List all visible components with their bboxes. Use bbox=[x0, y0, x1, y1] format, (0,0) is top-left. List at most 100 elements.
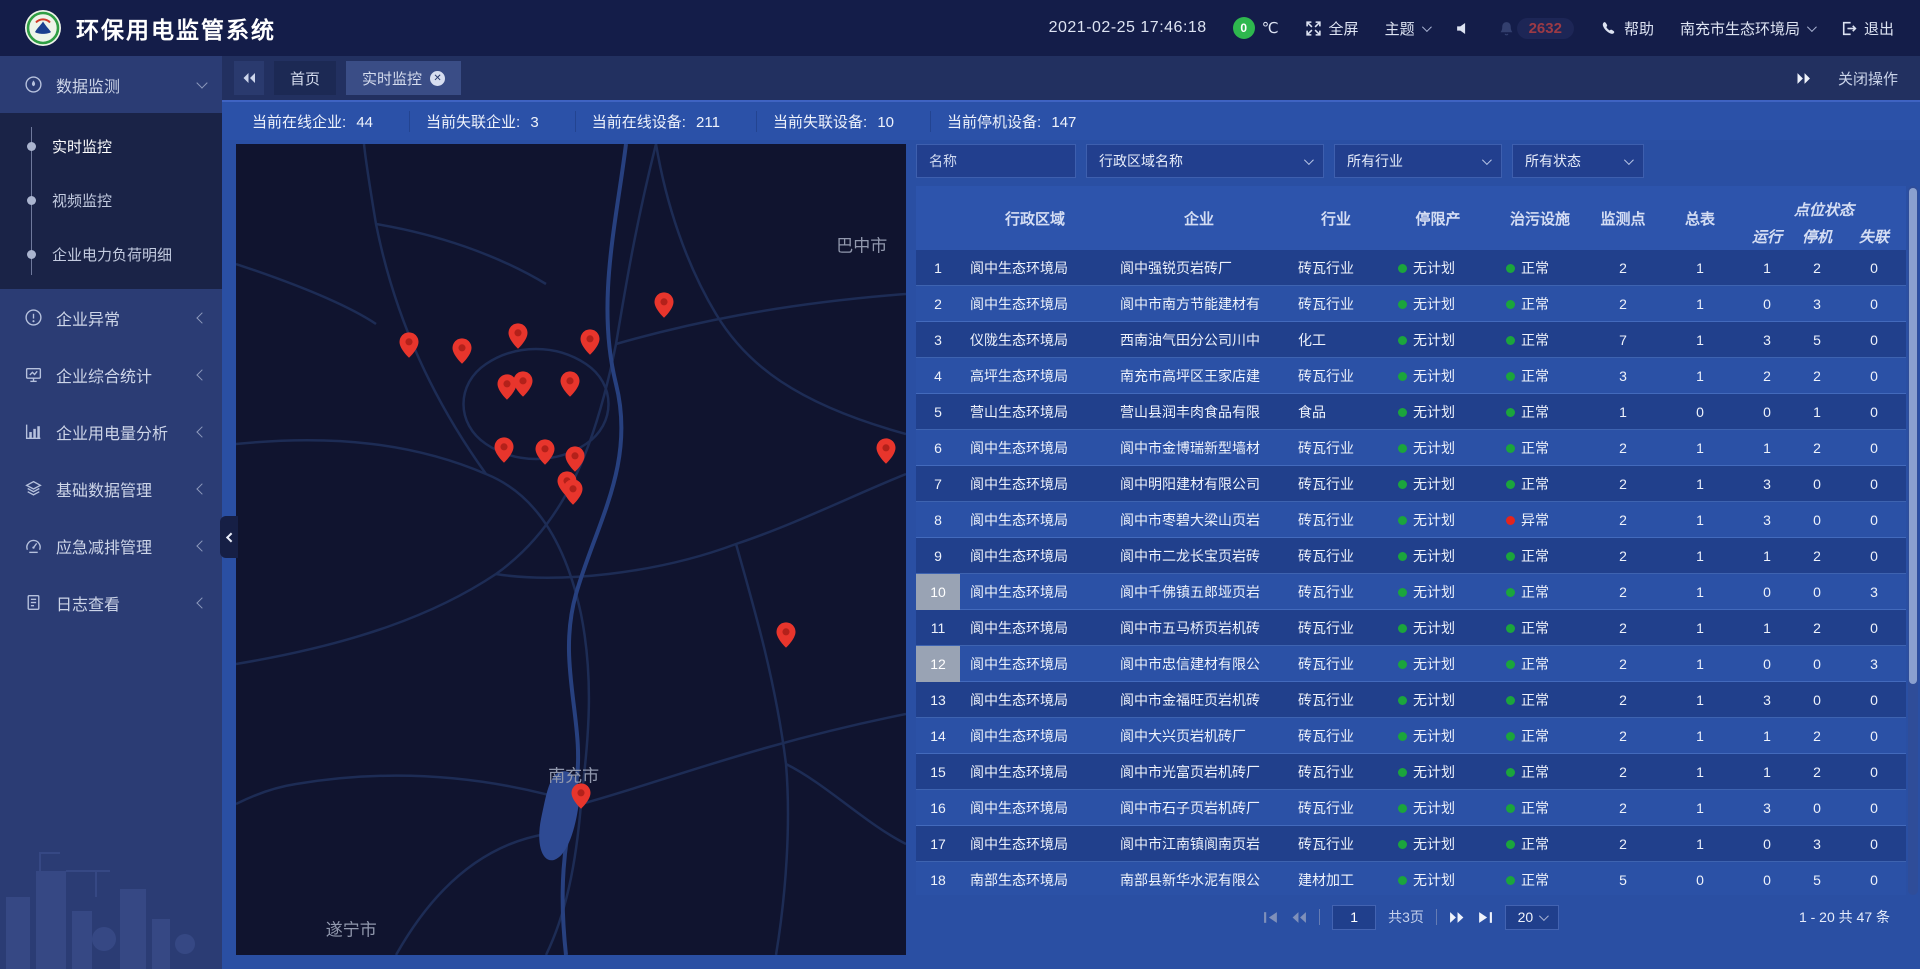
table-row[interactable]: 7 阆中生态环境局 阆中明阳建材有限公司 砖瓦行业 无计划 正常 2 1 3 0… bbox=[916, 466, 1906, 502]
map-pin-icon[interactable] bbox=[876, 438, 895, 464]
cell-offline: 0 bbox=[1842, 620, 1906, 636]
scrollbar-thumb[interactable] bbox=[1909, 188, 1917, 684]
sidebar-item[interactable]: 数据监测 bbox=[0, 56, 222, 113]
fullscreen-button[interactable]: 全屏 bbox=[1305, 18, 1359, 39]
table-row[interactable]: 8 阆中生态环境局 阆中市枣碧大梁山页岩 砖瓦行业 无计划 异常 2 1 3 0… bbox=[916, 502, 1906, 538]
map-pin-icon[interactable] bbox=[564, 479, 583, 505]
table-row[interactable]: 17 阆中生态环境局 阆中市江南镇阆南页岩 砖瓦行业 无计划 正常 2 1 0 … bbox=[916, 826, 1906, 862]
sidebar: 数据监测 实时监控 视频监控 企业电力负荷明细 企业异常 企业综合统计 企业用电… bbox=[0, 56, 222, 969]
table-row[interactable]: 3 仪陇生态环境局 西南油气田分公司川中 化工 无计划 正常 7 1 3 5 0 bbox=[916, 322, 1906, 358]
org-menu[interactable]: 南充市生态环境局 bbox=[1680, 18, 1814, 39]
sidebar-item[interactable]: 日志查看 bbox=[0, 574, 222, 631]
chevron-icon bbox=[196, 426, 207, 437]
cell-index: 10 bbox=[916, 574, 960, 610]
table-row[interactable]: 12 阆中生态环境局 阆中市忠信建材有限公 砖瓦行业 无计划 正常 2 1 0 … bbox=[916, 646, 1906, 682]
cell-region: 高坪生态环境局 bbox=[960, 366, 1110, 386]
sidebar-item[interactable]: 企业综合统计 bbox=[0, 346, 222, 403]
cell-stopped: 2 bbox=[1792, 368, 1842, 384]
table-row[interactable]: 18 南部生态环境局 南部县新华水泥有限公 建材加工 无计划 正常 5 0 0 … bbox=[916, 862, 1906, 895]
map-pin-icon[interactable] bbox=[495, 437, 514, 463]
last-page-button[interactable] bbox=[1477, 911, 1493, 924]
table-row[interactable]: 15 阆中生态环境局 阆中市光富页岩机砖厂 砖瓦行业 无计划 正常 2 1 1 … bbox=[916, 754, 1906, 790]
map-pin-icon[interactable] bbox=[777, 622, 796, 648]
status-select[interactable]: 所有状态 bbox=[1512, 144, 1644, 178]
cell-region: 阆中生态环境局 bbox=[960, 474, 1110, 494]
page-size-select[interactable]: 20 bbox=[1505, 905, 1559, 930]
table-row[interactable]: 1 阆中生态环境局 阆中强锐页岩砖厂 砖瓦行业 无计划 正常 2 1 1 2 0 bbox=[916, 250, 1906, 286]
tab-realtime-monitor[interactable]: 实时监控 ✕ bbox=[346, 61, 461, 95]
cell-monitor-points: 2 bbox=[1588, 764, 1658, 780]
notifications[interactable]: 2632 bbox=[1498, 18, 1574, 39]
cell-total-meters: 1 bbox=[1658, 512, 1742, 528]
map-pin-icon[interactable] bbox=[580, 329, 599, 355]
table-row[interactable]: 2 阆中生态环境局 阆中市南方节能建材有 砖瓦行业 无计划 正常 2 1 0 3… bbox=[916, 286, 1906, 322]
cell-industry: 砖瓦行业 bbox=[1288, 510, 1384, 530]
table-row[interactable]: 10 阆中生态环境局 阆中千佛镇五郎垭页岩 砖瓦行业 无计划 正常 2 1 0 … bbox=[916, 574, 1906, 610]
table-row[interactable]: 4 高坪生态环境局 南充市高坪区王家店建 砖瓦行业 无计划 正常 3 1 2 2… bbox=[916, 358, 1906, 394]
map-collapse-button[interactable] bbox=[220, 516, 238, 558]
map-pin-icon[interactable] bbox=[572, 783, 591, 809]
table-row[interactable]: 5 营山生态环境局 营山县润丰肉食品有限 食品 无计划 正常 1 0 0 1 0 bbox=[916, 394, 1906, 430]
map-pin-icon[interactable] bbox=[452, 338, 471, 364]
industry-select[interactable]: 所有行业 bbox=[1334, 144, 1502, 178]
map-pin-icon[interactable] bbox=[399, 332, 418, 358]
cell-running: 1 bbox=[1742, 764, 1792, 780]
first-page-button[interactable] bbox=[1263, 911, 1279, 924]
tab-home[interactable]: 首页 bbox=[274, 61, 336, 95]
table-row[interactable]: 14 阆中生态环境局 阆中大兴页岩机砖厂 砖瓦行业 无计划 正常 2 1 1 2… bbox=[916, 718, 1906, 754]
status-dot-green bbox=[1398, 732, 1407, 741]
table-row[interactable]: 13 阆中生态环境局 阆中市金福旺页岩机砖 砖瓦行业 无计划 正常 2 1 3 … bbox=[916, 682, 1906, 718]
cell-pollution-facility: 正常 bbox=[1492, 402, 1588, 422]
stat-item: 当前停机设备: 147 bbox=[931, 111, 1112, 132]
region-select[interactable]: 行政区域名称 bbox=[1086, 144, 1324, 178]
table-row[interactable]: 9 阆中生态环境局 阆中市二龙长宝页岩砖 砖瓦行业 无计划 正常 2 1 1 2… bbox=[916, 538, 1906, 574]
logout-button[interactable]: 退出 bbox=[1840, 18, 1894, 39]
cell-total-meters: 1 bbox=[1658, 764, 1742, 780]
cell-running: 1 bbox=[1742, 548, 1792, 564]
next-page-button[interactable] bbox=[1449, 911, 1465, 924]
table-row[interactable]: 6 阆中生态环境局 阆中市金博瑞新型墙材 砖瓦行业 无计划 正常 2 1 1 2… bbox=[916, 430, 1906, 466]
previous-page-button[interactable] bbox=[1291, 911, 1307, 924]
sidebar-subitem[interactable]: 实时监控 bbox=[0, 119, 222, 173]
cell-industry: 砖瓦行业 bbox=[1288, 366, 1384, 386]
map-pin-icon[interactable] bbox=[655, 292, 674, 318]
sidebar-subitem[interactable]: 视频监控 bbox=[0, 173, 222, 227]
chevron-icon bbox=[196, 483, 207, 494]
cell-monitor-points: 2 bbox=[1588, 296, 1658, 312]
sidebar-item[interactable]: 基础数据管理 bbox=[0, 460, 222, 517]
name-search-input[interactable] bbox=[916, 144, 1076, 178]
page-number-input[interactable]: 1 bbox=[1332, 905, 1376, 930]
theme-menu[interactable]: 主题 bbox=[1385, 18, 1429, 39]
temperature: 0 ℃ bbox=[1233, 17, 1279, 39]
map-pin-icon[interactable] bbox=[561, 371, 580, 397]
map-pin-icon[interactable] bbox=[509, 323, 528, 349]
speaker-button[interactable] bbox=[1455, 20, 1472, 37]
table-scrollbar[interactable] bbox=[1908, 186, 1918, 895]
map-pin-icon[interactable] bbox=[535, 439, 554, 465]
status-dot bbox=[1506, 480, 1515, 489]
close-operations-button[interactable]: 关闭操作 bbox=[1838, 68, 1898, 89]
cell-company: 阆中市光富页岩机砖厂 bbox=[1110, 762, 1288, 782]
chevron-icon bbox=[196, 597, 207, 608]
stat-label: 当前失联企业: bbox=[426, 114, 520, 131]
tabs-scroll-right-button[interactable] bbox=[1796, 72, 1812, 85]
sidebar-subitem[interactable]: 企业电力负荷明细 bbox=[0, 227, 222, 281]
table-row[interactable]: 11 阆中生态环境局 阆中市五马桥页岩机砖 砖瓦行业 无计划 正常 2 1 1 … bbox=[916, 610, 1906, 646]
cell-region: 阆中生态环境局 bbox=[960, 582, 1110, 602]
help-button[interactable]: 帮助 bbox=[1600, 18, 1654, 39]
map-pin-icon[interactable] bbox=[513, 371, 532, 397]
tabs-scroll-left-button[interactable] bbox=[234, 61, 264, 95]
table-row[interactable]: 16 阆中生态环境局 阆中市石子页岩机砖厂 砖瓦行业 无计划 正常 2 1 3 … bbox=[916, 790, 1906, 826]
cell-offline: 0 bbox=[1842, 836, 1906, 852]
cell-total-meters: 1 bbox=[1658, 440, 1742, 456]
map-panel[interactable]: 巴中市南充市遂宁市 bbox=[236, 144, 906, 955]
sidebar-item[interactable]: 企业用电量分析 bbox=[0, 403, 222, 460]
close-icon[interactable]: ✕ bbox=[430, 71, 445, 86]
sidebar-item[interactable]: 应急减排管理 bbox=[0, 517, 222, 574]
cell-stopped: 5 bbox=[1792, 872, 1842, 888]
column-header-facility: 治污设施 bbox=[1492, 186, 1588, 250]
cell-stopped: 3 bbox=[1792, 836, 1842, 852]
map-pin-icon[interactable] bbox=[566, 446, 585, 472]
cell-stopped: 2 bbox=[1792, 440, 1842, 456]
sidebar-item[interactable]: 企业异常 bbox=[0, 289, 222, 346]
